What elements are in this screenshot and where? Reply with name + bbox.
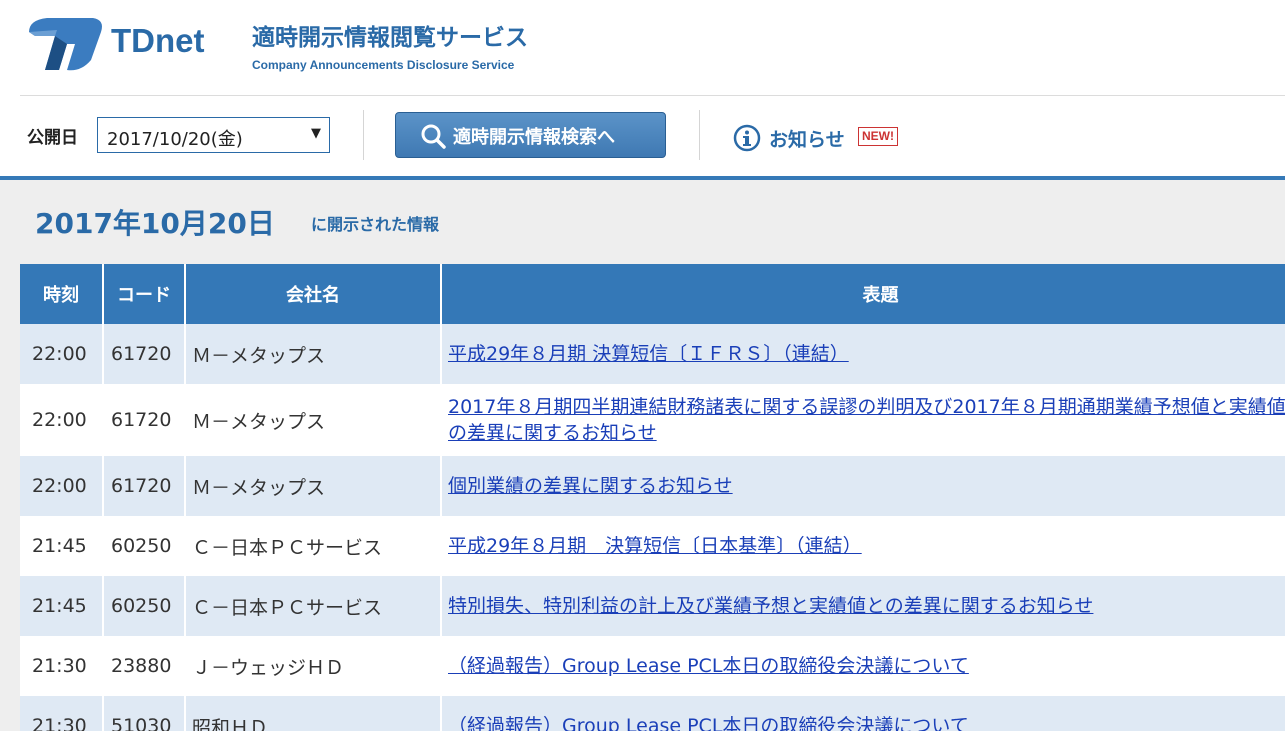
search-button-label: 適時開示情報検索へ (453, 127, 615, 148)
notice-label: お知らせ (769, 129, 845, 151)
disclosure-link[interactable]: 個別業績の差異に関するお知らせ (448, 475, 733, 497)
cell-time: 22:00 (20, 456, 104, 516)
cell-time: 21:45 (20, 576, 104, 636)
cell-title: （経過報告）Group Lease PCL本日の取締役会決議について (441, 696, 1285, 731)
disclosure-link[interactable]: 平成29年８月期 決算短信〔日本基準〕（連結） (448, 535, 862, 557)
cell-title: （経過報告）Group Lease PCL本日の取締役会決議について (441, 636, 1285, 696)
cell-code: 61720 (103, 384, 186, 456)
cell-code: 60250 (103, 516, 186, 576)
disclosure-link[interactable]: （経過報告）Group Lease PCL本日の取締役会決議について (448, 715, 969, 731)
disclosure-table: 時刻 コード 会社名 表題 22:00 61720 Ｍ－メタップス 平成29年８… (20, 264, 1285, 731)
new-badge: NEW! (858, 127, 898, 146)
disclosure-table-container[interactable]: 時刻 コード 会社名 表題 22:00 61720 Ｍ－メタップス 平成29年８… (20, 264, 1285, 731)
disclosure-link[interactable]: （経過報告）Group Lease PCL本日の取締役会決議について (448, 655, 969, 677)
table-header-row: 時刻 コード 会社名 表題 (20, 264, 1285, 324)
toolbar-divider (699, 110, 700, 160)
search-button[interactable]: 適時開示情報検索へ (395, 112, 666, 158)
cell-code: 60250 (103, 576, 186, 636)
tdnet-logo-icon[interactable] (27, 14, 107, 74)
logo-text[interactable]: TDnet (111, 22, 205, 60)
cell-code: 23880 (103, 636, 186, 696)
table-row: 21:45 60250 Ｃ－日本ＰＣサービス 平成29年８月期 決算短信〔日本基… (20, 516, 1285, 576)
cell-title: 個別業績の差異に関するお知らせ (441, 456, 1285, 516)
cell-title: 特別損失、特別利益の計上及び業績予想と実績値との差異に関するお知らせ (441, 576, 1285, 636)
toolbar-divider (363, 110, 364, 160)
header-time: 時刻 (20, 264, 104, 324)
header-title: 表題 (441, 264, 1285, 324)
site-header: TDnet 適時開示情報閲覧サービス Company Announcements… (0, 0, 1285, 95)
cell-company: Ｃ－日本ＰＣサービス (185, 576, 442, 636)
cell-code: 61720 (103, 456, 186, 516)
table-row: 21:30 23880 Ｊ－ウェッジＨＤ （経過報告）Group Lease P… (20, 636, 1285, 696)
service-subtitle: Company Announcements Disclosure Service (252, 58, 515, 72)
table-row: 21:30 51030 昭和ＨＤ （経過報告）Group Lease PCL本日… (20, 696, 1285, 731)
disclosure-link[interactable]: 特別損失、特別利益の計上及び業績予想と実績値との差異に関するお知らせ (448, 595, 1093, 617)
cell-time: 21:30 (20, 636, 104, 696)
cell-company: Ｍ－メタップス (185, 324, 442, 384)
cell-company: Ｍ－メタップス (185, 384, 442, 456)
cell-time: 22:00 (20, 384, 104, 456)
cell-time: 22:00 (20, 324, 104, 384)
main-content: 2017年10月20日 に開示された情報 時刻 コード 会社名 表題 22:00… (0, 180, 1285, 731)
date-subheading: に開示された情報 (311, 215, 440, 234)
cell-code: 61720 (103, 324, 186, 384)
cell-time: 21:45 (20, 516, 104, 576)
table-row: 22:00 61720 Ｍ－メタップス 平成29年８月期 決算短信〔ＩＦＲＳ〕（… (20, 324, 1285, 384)
cell-company: Ｃ－日本ＰＣサービス (185, 516, 442, 576)
disclosure-link[interactable]: 2017年８月期四半期連結財務諸表に関する誤謬の判明及び2017年８月期通期業績… (448, 396, 1285, 444)
date-select[interactable]: 2017/10/20(金) ▼ (97, 117, 330, 153)
table-row: 22:00 61720 Ｍ－メタップス 2017年８月期四半期連結財務諸表に関す… (20, 384, 1285, 456)
toolbar: 公開日 2017/10/20(金) ▼ 適時開示情報検索へ お知らせ NEW! (0, 96, 1285, 176)
date-heading: 2017年10月20日 (35, 207, 275, 240)
cell-title: 平成29年８月期 決算短信〔日本基準〕（連結） (441, 516, 1285, 576)
info-icon (733, 124, 761, 152)
cell-code: 51030 (103, 696, 186, 731)
service-title: 適時開示情報閲覧サービス (252, 25, 528, 51)
cell-time: 21:30 (20, 696, 104, 731)
date-select-value: 2017/10/20(金) (107, 129, 243, 150)
date-label: 公開日 (27, 128, 78, 148)
cell-company: Ｊ－ウェッジＨＤ (185, 636, 442, 696)
header-company: 会社名 (185, 264, 442, 324)
search-icon (421, 124, 446, 149)
cell-title: 2017年８月期四半期連結財務諸表に関する誤謬の判明及び2017年８月期通期業績… (441, 384, 1285, 456)
table-row: 22:00 61720 Ｍ－メタップス 個別業績の差異に関するお知らせ (20, 456, 1285, 516)
cell-company: Ｍ－メタップス (185, 456, 442, 516)
table-row: 21:45 60250 Ｃ－日本ＰＣサービス 特別損失、特別利益の計上及び業績予… (20, 576, 1285, 636)
chevron-down-icon: ▼ (311, 126, 321, 141)
cell-company: 昭和ＨＤ (185, 696, 442, 731)
disclosure-link[interactable]: 平成29年８月期 決算短信〔ＩＦＲＳ〕（連結） (448, 343, 849, 365)
header-code: コード (103, 264, 186, 324)
cell-title: 平成29年８月期 決算短信〔ＩＦＲＳ〕（連結） (441, 324, 1285, 384)
